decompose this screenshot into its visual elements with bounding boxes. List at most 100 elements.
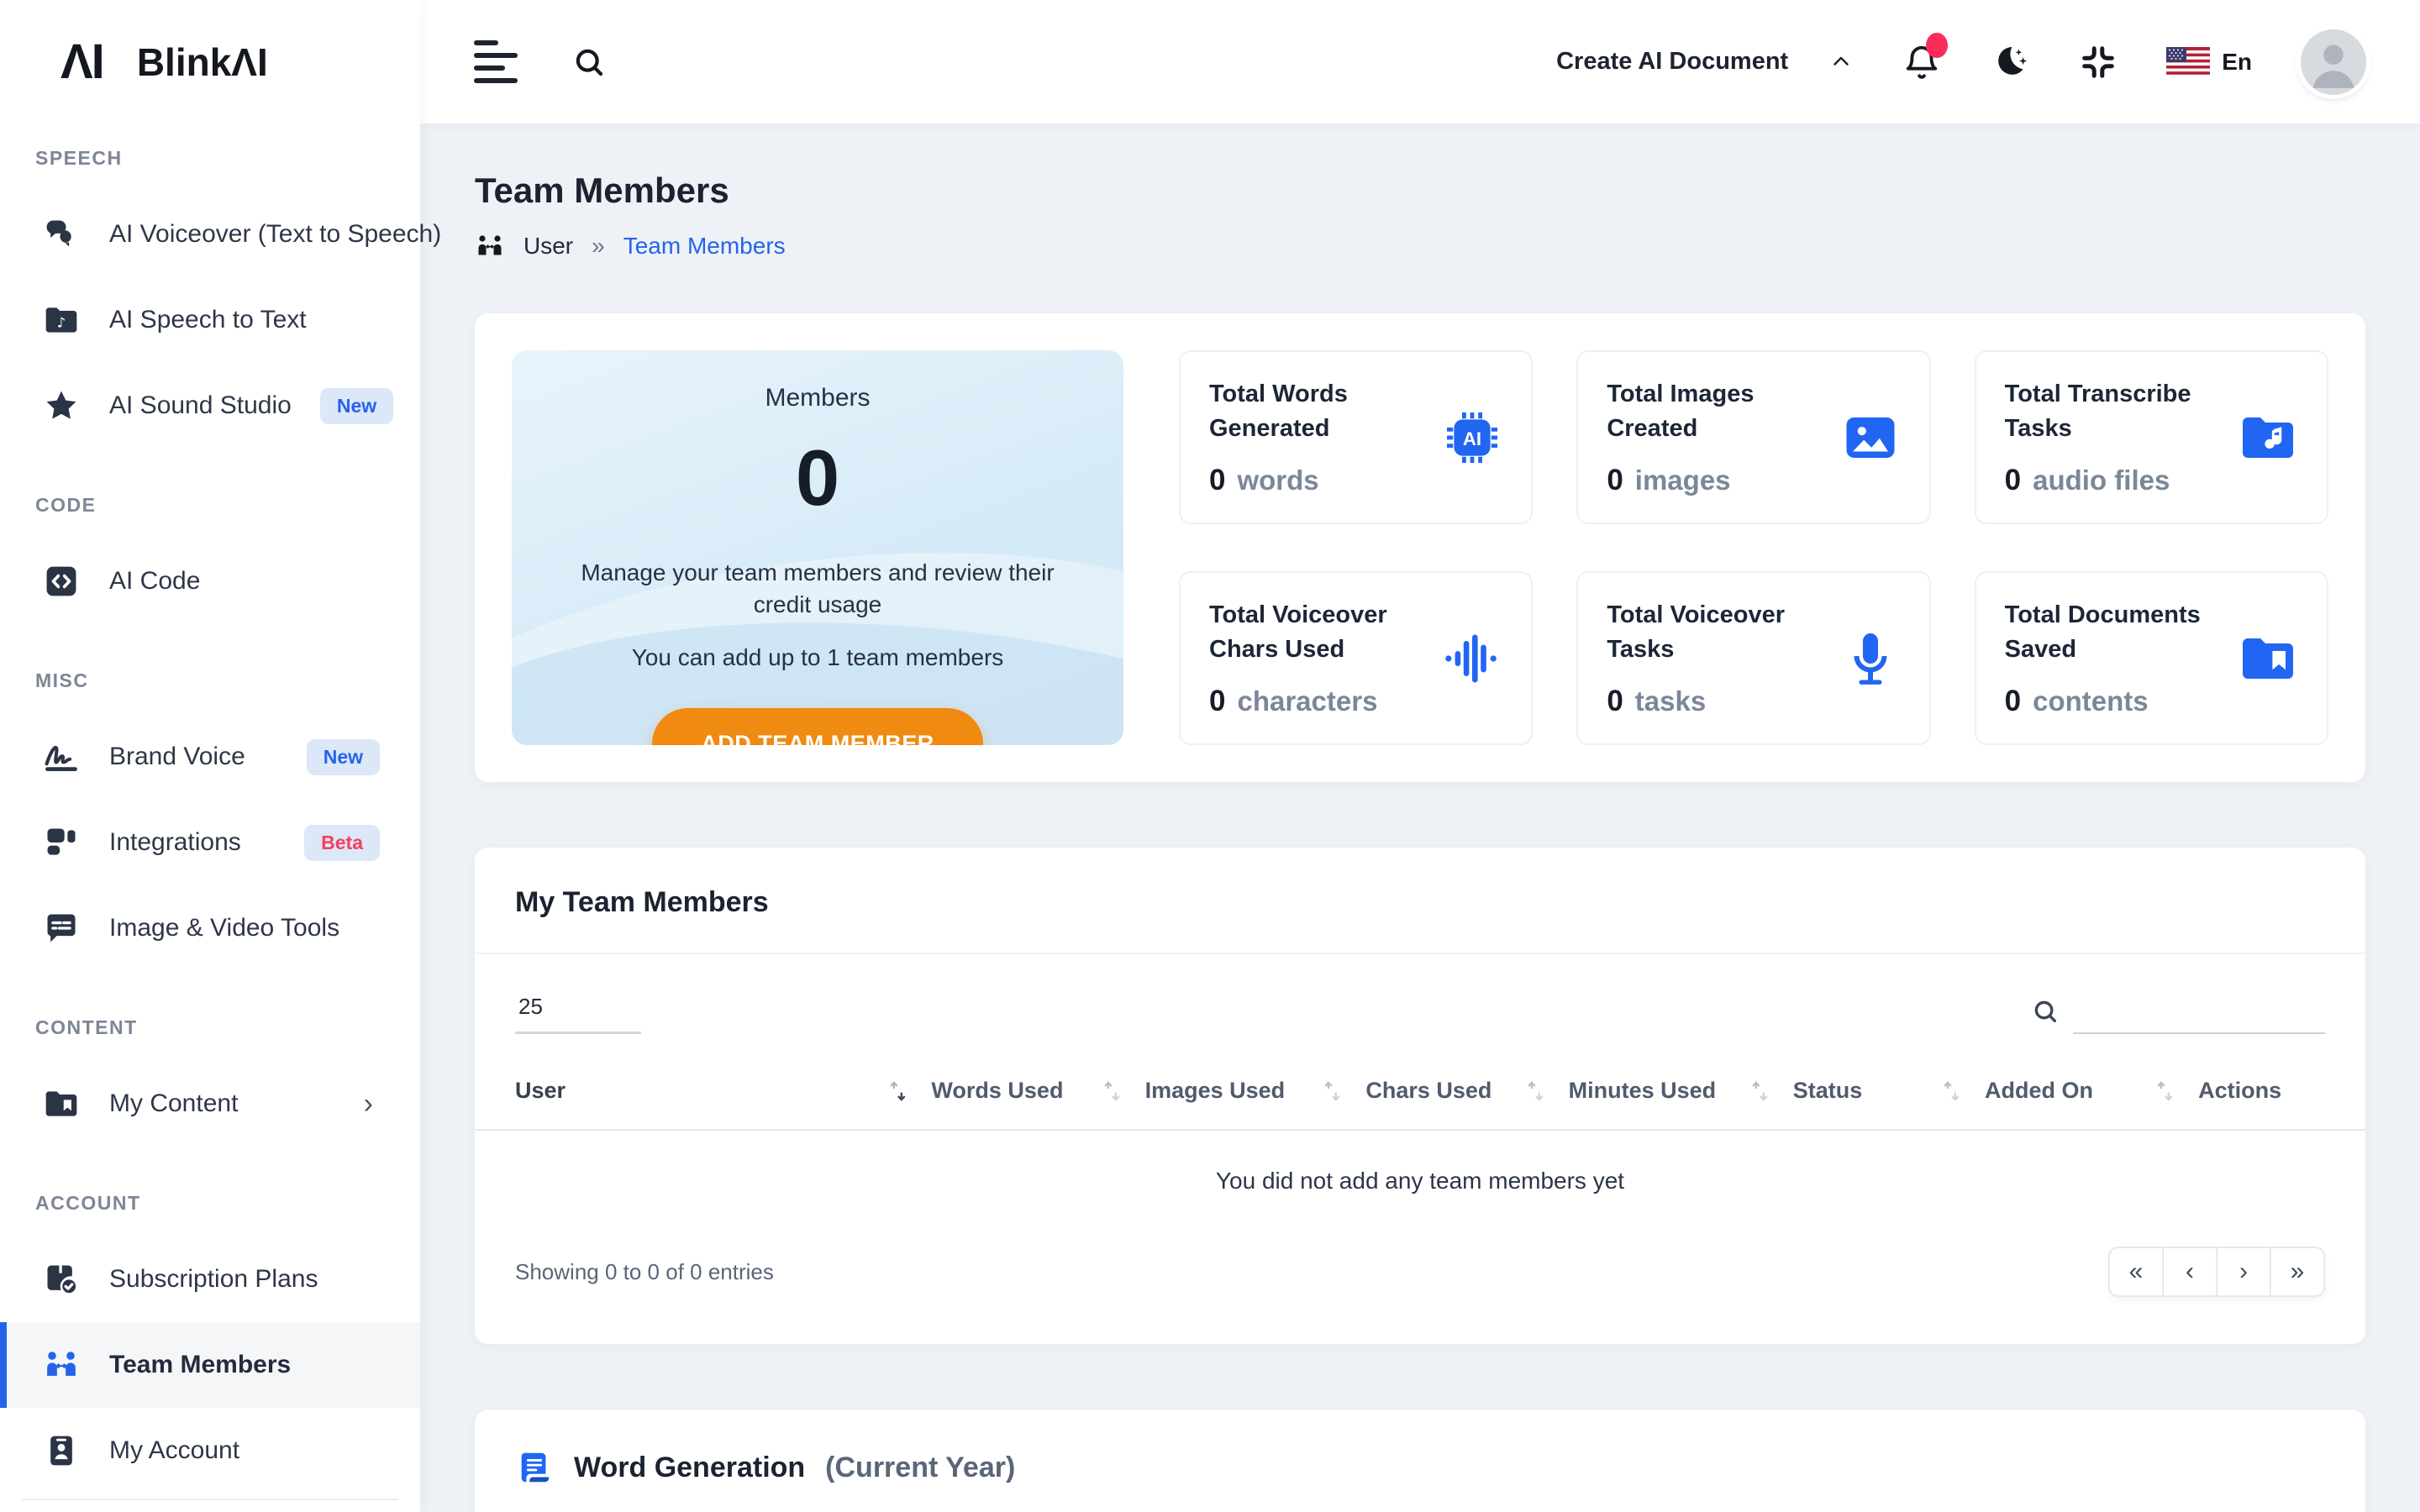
sidebar-item-ai-sound-studio[interactable]: AI Sound Studio New xyxy=(0,363,420,449)
scroll-icon xyxy=(515,1448,554,1487)
entries-summary: Showing 0 to 0 of 0 entries xyxy=(515,1259,774,1285)
column-header-minutes-used[interactable]: Minutes Used xyxy=(1569,1078,1793,1104)
compress-fullscreen-icon[interactable] xyxy=(2079,43,2118,81)
sidebar-section-code: CODE AI Code xyxy=(0,477,420,624)
microphone-icon xyxy=(1840,628,1901,689)
breadcrumb-root[interactable]: User xyxy=(523,233,573,260)
sidebar-section-misc: MISC Brand Voice New Integrations Beta I… xyxy=(0,653,420,971)
sidebar-item-my-account[interactable]: My Account xyxy=(0,1408,420,1494)
search-icon[interactable] xyxy=(571,45,607,80)
brand-logo-mark-icon: ΛI xyxy=(60,34,103,90)
chart-title-suffix: (Current Year) xyxy=(825,1452,1015,1484)
stat-card-transcribe-tasks: Total Transcribe Tasks 0audio files xyxy=(1975,350,2328,524)
section-label-account: ACCOUNT xyxy=(0,1175,420,1236)
table-footer: Showing 0 to 0 of 0 entries « ‹ › » xyxy=(475,1233,2365,1344)
table-panel-header: My Team Members xyxy=(475,848,2365,954)
brand-logo[interactable]: ΛI BlinkΛI xyxy=(0,0,420,123)
sidebar-item-label: AI Code xyxy=(109,567,200,596)
topbar-actions: Create AI Document En xyxy=(1556,29,2366,95)
sidebar-item-image-video-tools[interactable]: Image & Video Tools xyxy=(0,885,420,971)
breadcrumb-current[interactable]: Team Members xyxy=(623,233,786,260)
menu-toggle-icon[interactable] xyxy=(474,33,518,91)
members-card-description: Manage your team members and review thei… xyxy=(559,557,1076,621)
svg-text:♪: ♪ xyxy=(57,314,66,330)
pagination-first-button[interactable]: « xyxy=(2108,1247,2164,1297)
stat-unit: images xyxy=(1635,465,1731,496)
stat-title: Total Images Created xyxy=(1607,377,1824,445)
sidebar-item-affiliate-program[interactable]: $ Affiliate Program xyxy=(0,1494,420,1512)
page-size-select[interactable]: 25 xyxy=(515,989,641,1034)
table-header-row: User Words Used Images Used Chars Used M… xyxy=(475,1041,2365,1131)
sort-icon xyxy=(2154,1079,2176,1103)
stat-card-voiceover-tasks: Total Voiceover Tasks 0tasks xyxy=(1576,571,1930,745)
sidebar-item-ai-speech-to-text[interactable]: ♪ AI Speech to Text xyxy=(0,277,420,363)
main-content: Team Members User » Team Members Members… xyxy=(420,123,2420,1512)
stat-unit: words xyxy=(1237,465,1318,496)
dark-mode-moon-icon[interactable] xyxy=(1990,42,2030,82)
pagination-prev-button[interactable]: ‹ xyxy=(2162,1247,2217,1297)
sort-icon xyxy=(1322,1079,1344,1103)
stat-unit: audio files xyxy=(2033,465,2170,496)
stat-title: Total Voiceover Chars Used xyxy=(1209,598,1427,666)
beta-badge: Beta xyxy=(304,825,380,861)
box-check-icon xyxy=(42,1260,81,1299)
members-card-limit-note: You can add up to 1 team members xyxy=(559,644,1076,671)
topbar: Create AI Document En xyxy=(420,0,2420,123)
column-header-words-used[interactable]: Words Used xyxy=(931,1078,1144,1104)
table-controls: 25 xyxy=(475,954,2365,1041)
ai-chip-icon: AI xyxy=(1442,407,1502,468)
column-header-chars-used[interactable]: Chars Used xyxy=(1365,1078,1568,1104)
stat-unit: tasks xyxy=(1635,685,1706,717)
chat-bubbles-icon xyxy=(42,215,81,254)
folder-note-icon: ♪ xyxy=(42,301,81,339)
stat-title: Total Words Generated xyxy=(1209,377,1427,445)
stat-card-documents-saved: Total Documents Saved 0contents xyxy=(1975,571,2328,745)
sidebar-item-team-members[interactable]: Team Members xyxy=(0,1322,420,1408)
create-ai-document-button[interactable]: Create AI Document xyxy=(1556,48,1854,76)
table-empty-message: You did not add any team members yet xyxy=(475,1131,2365,1233)
user-avatar[interactable] xyxy=(2301,29,2366,95)
add-team-member-button[interactable]: ADD TEAM MEMBER xyxy=(652,708,983,745)
chart-subtitle: Monitor word generation closely xyxy=(515,1509,2325,1512)
stat-value: 0 xyxy=(2005,685,2021,718)
sidebar-item-ai-voiceover[interactable]: AI Voiceover (Text to Speech) xyxy=(0,192,420,277)
new-badge: New xyxy=(307,739,380,775)
notifications-bell-icon[interactable] xyxy=(1902,43,1941,81)
sidebar-item-label: AI Sound Studio xyxy=(109,391,292,420)
pagination-last-button[interactable]: » xyxy=(2270,1247,2325,1297)
column-header-images-used[interactable]: Images Used xyxy=(1145,1078,1366,1104)
stat-title: Total Documents Saved xyxy=(2005,598,2223,666)
table-search-input[interactable] xyxy=(2073,988,2325,1034)
sidebar-item-label: Team Members xyxy=(109,1351,291,1379)
column-header-added-on[interactable]: Added On xyxy=(1985,1078,2198,1104)
sort-icon xyxy=(1749,1079,1771,1103)
sidebar: ΛI BlinkΛI SPEECH AI Voiceover (Text to … xyxy=(0,0,420,1512)
stat-value: 0 xyxy=(1209,685,1225,718)
breadcrumb-team-icon xyxy=(475,231,505,261)
sidebar-item-my-content[interactable]: My Content › xyxy=(0,1061,420,1147)
column-header-actions: Actions xyxy=(2198,1078,2325,1104)
sidebar-item-label: My Account xyxy=(109,1436,239,1465)
sort-icon xyxy=(887,1079,909,1103)
folder-bookmark-icon xyxy=(42,1084,81,1123)
language-selector[interactable]: En xyxy=(2166,47,2252,77)
language-code: En xyxy=(2222,49,2252,76)
table-title: My Team Members xyxy=(515,886,2325,919)
new-badge: New xyxy=(320,388,393,424)
breadcrumb: User » Team Members xyxy=(475,231,2365,261)
page-title: Team Members xyxy=(475,171,2365,211)
sidebar-item-brand-voice[interactable]: Brand Voice New xyxy=(0,714,420,800)
team-members-table-panel: My Team Members 25 User Words Used Image… xyxy=(475,848,2365,1344)
signature-icon xyxy=(42,738,81,776)
stat-value: 0 xyxy=(1209,464,1225,497)
sidebar-item-integrations[interactable]: Integrations Beta xyxy=(0,800,420,885)
sidebar-item-label: AI Speech to Text xyxy=(109,306,307,334)
sidebar-item-subscription-plans[interactable]: Subscription Plans xyxy=(0,1236,420,1322)
section-label-code: CODE xyxy=(0,477,420,538)
column-header-user[interactable]: User xyxy=(515,1078,931,1104)
members-count: 0 xyxy=(559,433,1076,523)
sidebar-item-label: AI Voiceover (Text to Speech) xyxy=(109,220,441,249)
sidebar-item-ai-code[interactable]: AI Code xyxy=(0,538,420,624)
pagination-next-button[interactable]: › xyxy=(2216,1247,2271,1297)
column-header-status[interactable]: Status xyxy=(1793,1078,1985,1104)
